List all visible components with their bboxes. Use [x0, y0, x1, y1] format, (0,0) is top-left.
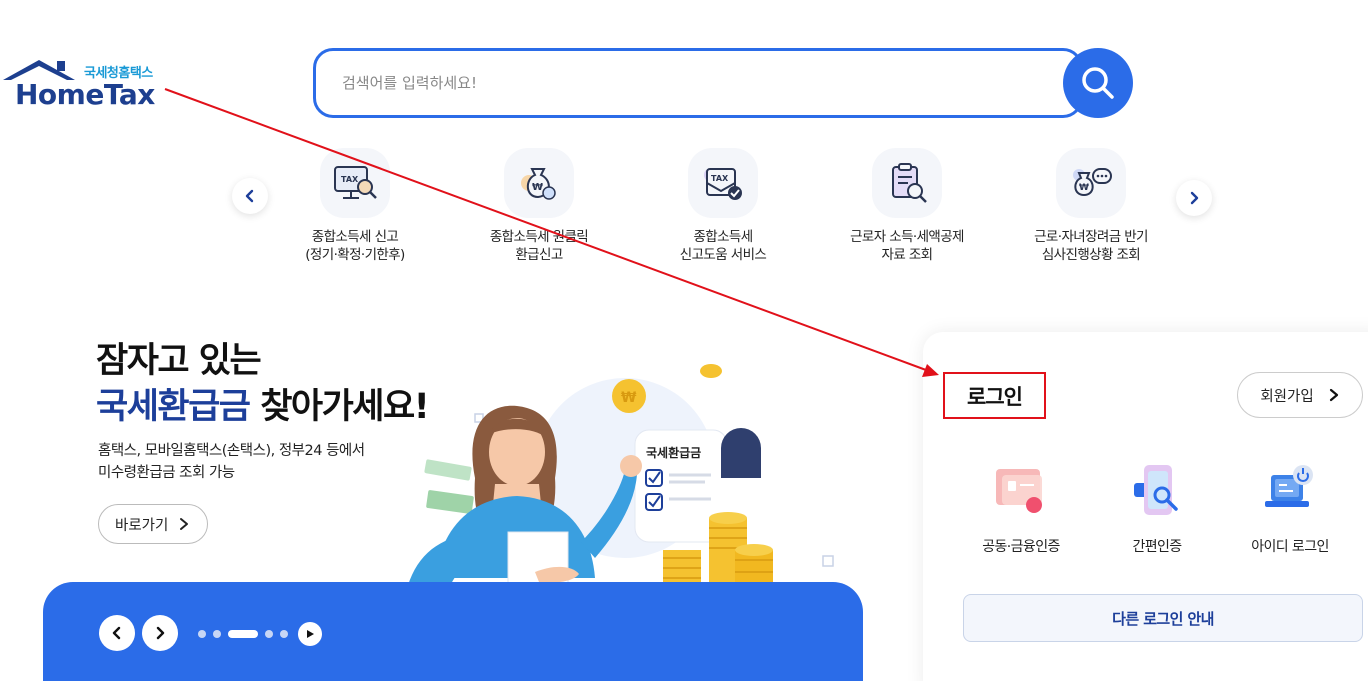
- search-icon: [1082, 67, 1114, 99]
- refund-card-label: 국세환급금: [646, 445, 701, 460]
- other-login-guide-button[interactable]: 다른 로그인 안내: [963, 594, 1363, 642]
- login-option-simple[interactable]: 간편인증: [1102, 460, 1212, 556]
- banner-title: 잠자고 있는 국세환급금 찾아가세요!: [96, 338, 430, 430]
- banner-desc-line1: 홈택스, 모바일홈택스(손택스), 정부24 등에서: [98, 443, 365, 459]
- banner-page-dot[interactable]: [198, 630, 206, 638]
- play-icon: [307, 630, 314, 638]
- login-option-label: 간편인증: [1132, 539, 1182, 555]
- banner-page-dot[interactable]: [213, 630, 221, 638]
- banner-title-rest: 찾아가세요!: [249, 387, 429, 427]
- quick-service-incentive-status[interactable]: ₩ 근로·자녀장려금 반기 심사진행상황 조회: [996, 148, 1186, 264]
- login-option-id[interactable]: 아이디 로그인: [1235, 460, 1345, 556]
- quick-service-oneclick-refund[interactable]: ₩ 종합소득세 원클릭 환급신고: [444, 148, 634, 264]
- login-option-label: 공동·금융인증: [982, 539, 1060, 555]
- signup-button[interactable]: 회원가입: [1237, 372, 1363, 418]
- search-input[interactable]: [342, 69, 1042, 97]
- clipboard-search-icon: [872, 148, 942, 218]
- chevron-left-icon: [245, 189, 254, 203]
- quick-service-sublabel: 자료 조회: [881, 247, 934, 263]
- quick-service-sublabel: 환급신고: [515, 247, 563, 263]
- login-option-label: 아이디 로그인: [1251, 539, 1329, 555]
- hometax-main-page: 국세청홈택스 HomeTax TAX: [0, 0, 1368, 681]
- quick-service-label: 종합소득세: [693, 229, 753, 245]
- tax-monitor-icon: TAX: [320, 148, 390, 218]
- svg-text:TAX: TAX: [341, 175, 359, 184]
- banner-title-highlight: 국세환급금: [96, 387, 251, 427]
- phone-search-icon: [1102, 460, 1212, 522]
- login-title: 로그인: [943, 372, 1046, 419]
- search-button[interactable]: [1063, 48, 1133, 118]
- login-option-certificate[interactable]: 공동·금융인증: [966, 460, 1076, 556]
- quick-service-label: 근로자 소득·세액공제: [850, 229, 964, 245]
- quick-service-sublabel: 심사진행상황 조회: [1041, 247, 1141, 263]
- banner-page-dot[interactable]: [265, 630, 273, 638]
- quick-service-deduction-data[interactable]: 근로자 소득·세액공제 자료 조회: [812, 148, 1002, 264]
- quick-service-label: 근로·자녀장려금 반기: [1034, 229, 1148, 245]
- banner-page-dot[interactable]: [280, 630, 288, 638]
- chevron-right-icon: [1329, 388, 1338, 402]
- quick-service-label: 종합소득세 원클릭: [489, 229, 589, 245]
- refund-illustration: ₩ 국세환급금: [405, 364, 834, 618]
- quick-service-label: 종합소득세 신고: [311, 229, 399, 245]
- tax-envelope-icon: TAX: [688, 148, 758, 218]
- banner-play-button[interactable]: [298, 622, 322, 646]
- banner-prev-button[interactable]: [99, 615, 135, 651]
- chevron-right-icon: [180, 518, 189, 530]
- signup-label: 회원가입: [1260, 388, 1314, 405]
- svg-text:TAX: TAX: [711, 174, 729, 183]
- logo-text: HomeTax: [15, 78, 155, 111]
- banner-description: 홈택스, 모바일홈택스(손택스), 정부24 등에서 미수령환급금 조회 가능: [98, 440, 365, 484]
- money-bag-icon: ₩: [504, 148, 574, 218]
- banner-shortcut-label: 바로가기: [115, 517, 169, 534]
- chevron-right-icon: [1190, 191, 1199, 205]
- svg-text:₩: ₩: [621, 390, 637, 406]
- banner-page-dot-active[interactable]: [228, 630, 258, 638]
- search-box: [313, 48, 1083, 118]
- banner-desc-line2: 미수령환급금 조회 가능: [98, 465, 235, 481]
- quick-service-sublabel: 신고도움 서비스: [679, 247, 767, 263]
- svg-text:₩: ₩: [1079, 183, 1089, 193]
- chevron-right-icon: [156, 626, 165, 640]
- quick-service-report-help[interactable]: TAX 종합소득세 신고도움 서비스: [628, 148, 818, 264]
- banner-next-button[interactable]: [142, 615, 178, 651]
- certificate-card-icon: [966, 460, 1076, 522]
- banner-shortcut-button[interactable]: 바로가기: [98, 504, 208, 544]
- svg-text:₩: ₩: [532, 182, 543, 193]
- quick-service-sublabel: (정기·확정·기한후): [305, 247, 405, 263]
- banner-title-line1: 잠자고 있는: [96, 341, 262, 381]
- laptop-power-icon: [1235, 460, 1345, 522]
- quick-service-income-tax-report[interactable]: TAX 종합소득세 신고 (정기·확정·기한후): [260, 148, 450, 264]
- money-chat-icon: ₩: [1056, 148, 1126, 218]
- hometax-logo[interactable]: 국세청홈택스 HomeTax: [3, 58, 168, 112]
- chevron-left-icon: [112, 626, 121, 640]
